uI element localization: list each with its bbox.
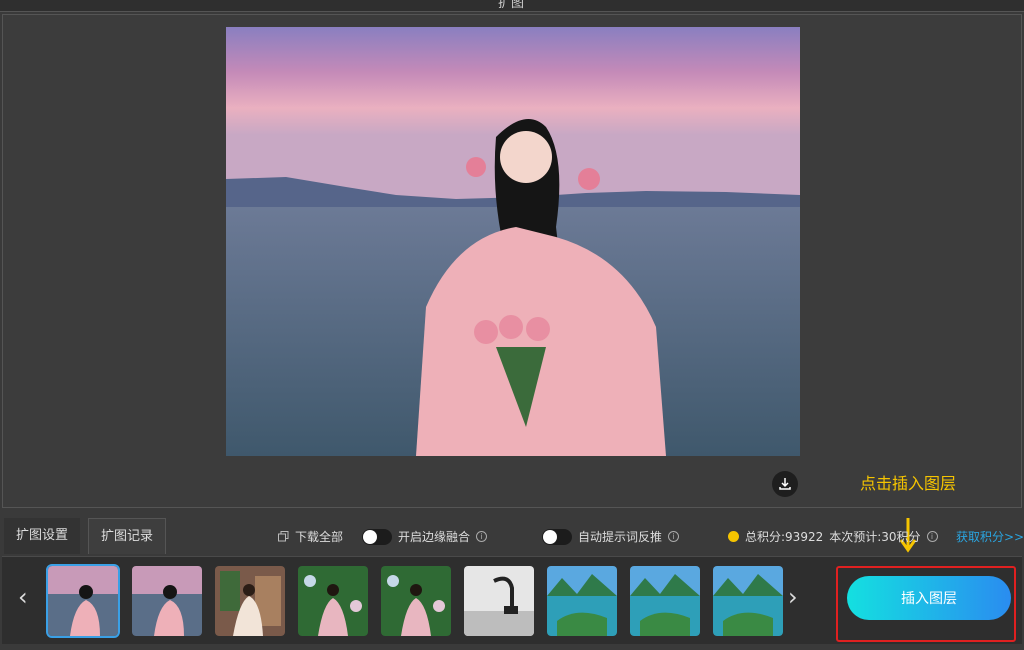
coin-icon [728,531,739,542]
thumbnail[interactable] [381,566,451,636]
download-icon [779,478,791,490]
total-points: 总积分:93922 [745,530,824,544]
get-points-link[interactable]: 获取积分>> [956,528,1024,545]
thumbnail[interactable] [46,564,120,638]
thumbnail[interactable] [547,566,617,636]
edge-blend-label: 开启边缘融合 [398,530,471,544]
prev-arrow-icon[interactable]: ‹ [18,585,28,609]
thumbnail[interactable] [630,566,700,636]
info-icon[interactable]: i [668,531,680,542]
annotation-text: 点击插入图层 [860,474,957,493]
prompt-reverse-toggle[interactable] [542,528,572,545]
thumbnail[interactable] [464,566,534,636]
prompt-reverse-label: 自动提示词反推 [578,530,663,544]
points-info: 总积分:93922 本次预计:30积分 i [728,528,938,545]
insert-layer-button[interactable]: 插入图层 [847,576,1011,620]
download-all-button[interactable]: 下载全部 [278,528,343,545]
preview-image [226,27,800,456]
tab-expand-records[interactable]: 扩图记录 [88,518,167,554]
thumbnail[interactable] [713,566,783,636]
window-title: 扩图 [498,0,525,11]
thumbnail[interactable] [298,566,368,636]
title-bar: 扩图 [0,0,1024,12]
prompt-reverse-control: 自动提示词反推 i [542,528,680,545]
download-all-label: 下载全部 [295,530,344,544]
edge-blend-control: 开启边缘融合 i [362,528,488,545]
thumbnail[interactable] [132,566,202,636]
info-icon[interactable]: i [926,531,938,542]
copy-icon [278,531,289,542]
toolbar: 扩图设置 扩图记录 下载全部 开启边缘融合 i 自动提示词反推 i 总积分:93… [2,518,1024,554]
estimate-points: 本次预计:30积分 [829,530,921,544]
tab-expand-settings[interactable]: 扩图设置 [4,518,81,554]
next-arrow-icon[interactable]: › [788,585,798,609]
edge-blend-toggle[interactable] [362,528,392,545]
info-icon[interactable]: i [476,531,488,542]
download-image-button[interactable] [772,471,798,497]
thumbnail[interactable] [215,566,285,636]
